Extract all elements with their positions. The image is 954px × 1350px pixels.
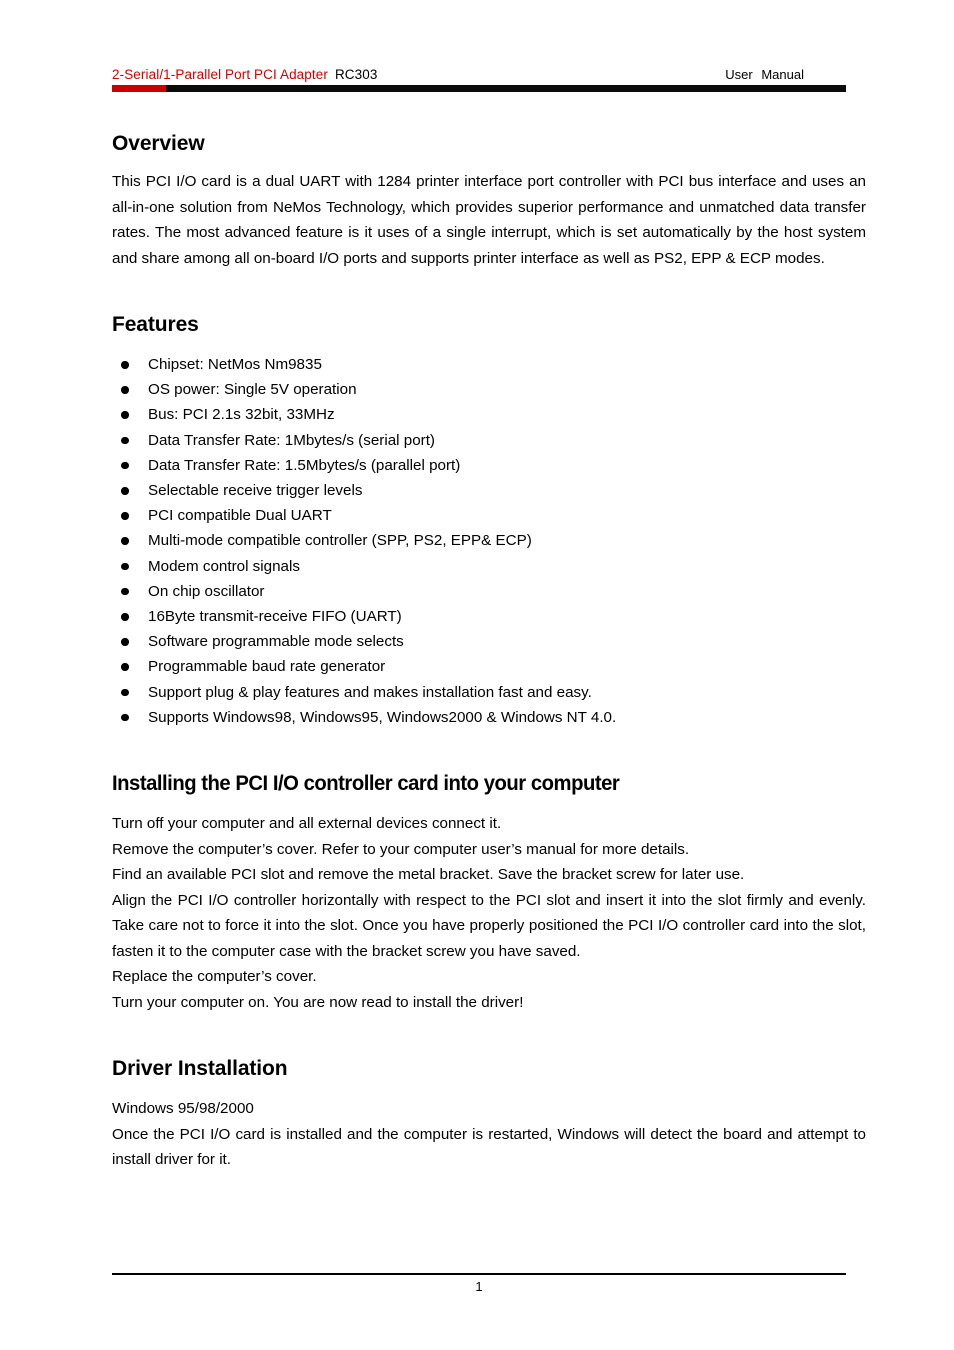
bullet-dot-icon xyxy=(121,512,129,520)
header-divider-bar xyxy=(112,85,846,92)
overview-paragraph: This PCI I/O card is a dual UART with 12… xyxy=(112,173,866,267)
list-item: Bus: PCI 2.1s 32bit, 33MHz xyxy=(112,402,866,427)
header-row: 2-Serial/1-Parallel Port PCI Adapter RC30… xyxy=(112,60,846,82)
bullet-dot-icon xyxy=(121,638,129,646)
list-item-label: Programmable baud rate generator xyxy=(148,658,386,676)
bullet-dot-icon xyxy=(121,587,129,596)
list-item-label: PCI compatible Dual UART xyxy=(148,507,332,525)
list-item-label: 16Byte transmit-receive FIFO (UART) xyxy=(148,608,402,626)
list-item: Multi-mode compatible controller (SPP, P… xyxy=(112,528,866,553)
list-item: PCI compatible Dual UART xyxy=(112,503,866,528)
footer-divider xyxy=(112,1273,846,1275)
list-item-label: Modem control signals xyxy=(148,557,300,575)
list-item: Programmable baud rate generator xyxy=(112,654,866,679)
header-model-number: RC303 xyxy=(334,67,378,82)
driver-os-line: Windows 95/98/2000 xyxy=(112,1100,254,1118)
list-item-label: Data Transfer Rate: 1.5Mbytes/s (paralle… xyxy=(148,456,461,474)
heading-driver-installation: Driver Installation xyxy=(112,1057,288,1081)
list-item-label: Data Transfer Rate: 1Mbytes/s (serial po… xyxy=(148,431,435,449)
page-footer: 1 xyxy=(112,1273,846,1294)
installing-paragraph: Align the PCI I/O controller horizontall… xyxy=(112,891,866,960)
list-item: Software programmable mode selects xyxy=(112,629,866,654)
bullet-dot-icon xyxy=(121,537,129,545)
install-step-line: Turn your computer on. You are now read … xyxy=(112,993,524,1011)
bullet-dot-icon xyxy=(121,613,129,621)
bullet-dot-icon xyxy=(121,461,129,470)
list-item-label: Support plug & play features and makes i… xyxy=(148,683,592,701)
install-step-line: Turn off your computer and all external … xyxy=(112,815,502,833)
bullet-dot-icon xyxy=(121,688,129,697)
install-step-line: Replace the computer’s cover. xyxy=(112,968,317,986)
bullet-dot-icon xyxy=(121,386,129,394)
list-item: Chipset: NetMos Nm9835 xyxy=(112,352,866,377)
heading-overview: Overview xyxy=(112,132,205,155)
page-header: 2-Serial/1-Parallel Port PCI Adapter RC30… xyxy=(112,60,846,94)
bullet-dot-icon xyxy=(121,562,129,571)
bullet-dot-icon xyxy=(121,436,129,445)
list-item: Supports Windows98, Windows95, Windows20… xyxy=(112,705,866,730)
list-item: OS power: Single 5V operation xyxy=(112,377,866,402)
list-item: Selectable receive trigger levels xyxy=(112,478,866,503)
bullet-dot-icon xyxy=(121,411,129,419)
list-item-label: Software programmable mode selects xyxy=(148,633,404,651)
list-item: Support plug & play features and makes i… xyxy=(112,680,866,705)
list-item-label: Selectable receive trigger levels xyxy=(148,482,363,500)
list-item-label: Multi-mode compatible controller (SPP, P… xyxy=(148,532,532,550)
features-list: Chipset: NetMos Nm9835 OS power: Single … xyxy=(112,352,866,730)
driver-os-line-wrap: Windows 95/98/2000 xyxy=(112,1096,866,1122)
header-manual-label: User Manual xyxy=(725,67,804,82)
list-item: Modem control signals xyxy=(112,554,866,579)
installation-steps-tail: Replace the computer’s cover. Turn your … xyxy=(112,964,866,1015)
list-item-label: On chip oscillator xyxy=(148,582,265,600)
heading-features: Features xyxy=(112,313,199,336)
list-item-label: Bus: PCI 2.1s 32bit, 33MHz xyxy=(148,406,335,424)
header-divider-red-segment xyxy=(112,85,167,92)
header-document-title: 2-Serial/1-Parallel Port PCI Adapter RC30… xyxy=(112,67,377,82)
list-item: Data Transfer Rate: 1.5Mbytes/s (paralle… xyxy=(112,453,866,478)
page-content: Overview This PCI I/O card is a dual UAR… xyxy=(112,132,866,1173)
list-item-label: Supports Windows98, Windows95, Windows20… xyxy=(148,708,617,726)
page-number: 1 xyxy=(475,1279,483,1294)
bullet-dot-icon xyxy=(121,663,129,671)
install-step-line: Find an available PCI slot and remove th… xyxy=(112,866,745,884)
list-item: On chip oscillator xyxy=(112,579,866,604)
driver-paragraph: Once the PCI I/O card is installed and t… xyxy=(112,1125,866,1169)
header-divider-black-segment xyxy=(166,85,846,92)
heading-installing: Installing the PCI I/O controller card i… xyxy=(112,772,620,796)
bullet-dot-icon xyxy=(121,361,129,369)
installation-steps: Turn off your computer and all external … xyxy=(112,811,866,888)
manual-page: 2-Serial/1-Parallel Port PCI Adapter RC30… xyxy=(0,0,954,1350)
list-item: Data Transfer Rate: 1Mbytes/s (serial po… xyxy=(112,428,866,453)
header-title-text: 2-Serial/1-Parallel Port PCI Adapter xyxy=(112,67,328,82)
bullet-dot-icon xyxy=(121,713,129,722)
install-step-line: Remove the computer’s cover. Refer to yo… xyxy=(112,840,690,858)
list-item-label: OS power: Single 5V operation xyxy=(148,381,357,399)
list-item-label: Chipset: NetMos Nm9835 xyxy=(148,356,322,373)
bullet-dot-icon xyxy=(121,487,129,495)
list-item: 16Byte transmit-receive FIFO (UART) xyxy=(112,604,866,629)
